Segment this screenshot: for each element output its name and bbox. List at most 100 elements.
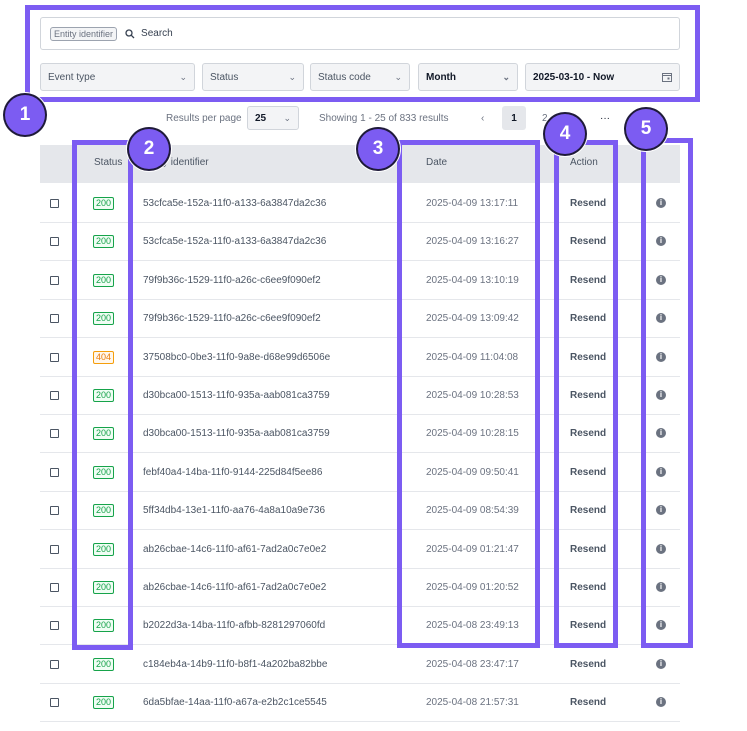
table-row[interactable]: 200 53cfca5e-152a-11f0-a133-6a3847da2c36 2… [40, 223, 680, 262]
row-checkbox[interactable] [50, 275, 59, 285]
event-type-select[interactable]: Event type ⌄ [40, 63, 195, 91]
status-code-badge: 200 [93, 389, 115, 402]
entity-identifier-chip[interactable]: Entity identifier [50, 26, 118, 41]
info-icon[interactable]: i [656, 543, 666, 554]
table-row[interactable]: 200 febf40a4-14ba-11f0-9144-225d84f5ee86 2… [40, 454, 680, 492]
per-page-select[interactable]: 25 ⌄ [247, 106, 299, 130]
row-checkbox[interactable] [50, 429, 59, 439]
status-code-badge: 200 [93, 427, 115, 441]
resend-button[interactable]: Resend [570, 467, 606, 478]
date-column-header[interactable]: Date [426, 157, 447, 168]
period-label: Month [426, 71, 456, 83]
event-date: 2025-04-08 23:47:17 [426, 658, 519, 670]
row-checkbox[interactable] [50, 621, 59, 631]
row-checkbox[interactable] [50, 583, 59, 592]
status-code-badge: 200 [93, 197, 115, 210]
status-column-header[interactable]: Status [94, 157, 122, 168]
row-checkbox[interactable] [50, 237, 59, 247]
table-row[interactable]: 200 53cfca5e-152a-11f0-a133-6a3847da2c36 2… [40, 185, 680, 223]
row-checkbox[interactable] [50, 659, 59, 669]
chevron-down-icon: ⌄ [502, 71, 510, 82]
table-row[interactable]: 404 37508bc0-0be3-11f0-9a8e-d68e99d6506e 2… [40, 339, 680, 377]
page-1-button[interactable]: 1 [502, 106, 526, 130]
resend-button[interactable]: Resend [570, 582, 606, 593]
table-row[interactable]: 200 ab26cbae-14c6-11f0-af61-7ad2a0c7e0e2 2… [40, 531, 680, 569]
entity-identifier: 53cfca5e-152a-11f0-a133-6a3847da2c36 [143, 236, 327, 248]
calendar-icon [662, 72, 672, 82]
entity-identifier: c184eb4a-14b9-11f0-b8f1-4a202ba82bbe [143, 658, 328, 670]
resend-button[interactable]: Resend [570, 428, 606, 439]
status-code-label: Status code [318, 71, 371, 83]
event-date: 2025-04-09 13:16:27 [426, 236, 519, 248]
row-checkbox[interactable] [50, 467, 59, 477]
table-row[interactable]: 200 6da5bfae-14aa-11f0-a67a-e2b2c1ce5545 2… [40, 684, 680, 723]
resend-button[interactable]: Resend [570, 198, 606, 209]
status-code-select[interactable]: Status code ⌄ [310, 63, 410, 91]
row-checkbox[interactable] [50, 314, 59, 324]
event-date: 2025-04-09 13:17:11 [426, 198, 519, 209]
resend-button[interactable]: Resend [570, 659, 606, 670]
resend-button[interactable]: Resend [570, 544, 606, 555]
status-select[interactable]: Status ⌄ [202, 63, 304, 91]
table-row[interactable]: 200 d30bca00-1513-11f0-935a-aab081ca3759 2… [40, 377, 680, 415]
resend-button[interactable]: Resend [570, 505, 606, 516]
resend-button[interactable]: Resend [570, 352, 606, 363]
status-code-badge: 404 [93, 350, 115, 364]
table-row[interactable]: 200 ab26cbae-14c6-11f0-af61-7ad2a0c7e0e2 2… [40, 569, 680, 607]
entity-identifier: 5ff34db4-13e1-11f0-aa76-4a8a10a9e736 [143, 505, 326, 517]
info-icon[interactable]: i [656, 313, 666, 324]
event-date: 2025-04-09 13:09:42 [426, 313, 519, 325]
event-type-label: Event type [48, 71, 96, 83]
info-icon[interactable]: i [656, 697, 666, 708]
row-checkbox[interactable] [50, 506, 59, 516]
event-date: 2025-04-09 08:54:39 [426, 505, 519, 517]
table-row[interactable]: 200 b2022d3a-14ba-11f0-afbb-8281297060fd 2… [40, 607, 680, 646]
entity-identifier: ab26cbae-14c6-11f0-af61-7ad2a0c7e0e2 [143, 582, 327, 593]
resend-button[interactable]: Resend [570, 390, 606, 401]
resend-button[interactable]: Resend [570, 697, 606, 708]
status-code-badge: 200 [93, 312, 115, 326]
resend-button[interactable]: Resend [570, 313, 606, 324]
info-icon[interactable]: i [656, 658, 666, 669]
row-checkbox[interactable] [50, 199, 59, 208]
previous-page-button[interactable]: ‹ [481, 106, 484, 130]
row-checkbox[interactable] [50, 544, 59, 554]
status-code-badge: 200 [93, 657, 115, 671]
row-checkbox[interactable] [50, 352, 59, 362]
row-checkbox[interactable] [50, 698, 59, 708]
row-checkbox[interactable] [50, 391, 59, 400]
more-pages-button[interactable]: ··· [600, 106, 610, 130]
info-icon[interactable]: i [656, 274, 666, 285]
info-icon[interactable]: i [656, 236, 666, 247]
resend-button[interactable]: Resend [570, 275, 606, 286]
search-bar[interactable]: Entity identifier Search [40, 17, 680, 50]
resend-button[interactable]: Resend [570, 236, 606, 247]
table-row[interactable]: 200 79f9b36c-1529-11f0-a26c-c6ee9f090ef2 2… [40, 262, 680, 300]
table-row[interactable]: 200 d30bca00-1513-11f0-935a-aab081ca3759 2… [40, 415, 680, 454]
table-row[interactable]: 200 79f9b36c-1529-11f0-a26c-c6ee9f090ef2 2… [40, 300, 680, 339]
event-date: 2025-04-09 09:50:41 [426, 466, 519, 478]
period-select[interactable]: Month ⌄ [418, 63, 518, 91]
status-code-badge: 200 [93, 235, 115, 249]
info-icon[interactable]: i [656, 390, 666, 400]
info-icon[interactable]: i [656, 582, 666, 592]
chevron-down-icon: ⌄ [288, 71, 296, 82]
info-icon[interactable]: i [656, 620, 666, 631]
page-2-button[interactable]: 2 [542, 106, 548, 130]
status-code-badge: 200 [93, 581, 115, 594]
entity-identifier: d30bca00-1513-11f0-935a-aab081ca3759 [143, 390, 330, 401]
chevron-down-icon: ⌄ [283, 112, 291, 123]
table-header: Status Entity identifier Date Action [40, 145, 680, 183]
date-range-picker[interactable]: 2025-03-10 - Now [525, 63, 680, 91]
resend-button[interactable]: Resend [570, 620, 606, 631]
table-row[interactable]: 200 c184eb4a-14b9-11f0-b8f1-4a202ba82bbe 2… [40, 646, 680, 684]
entity-identifier: ab26cbae-14c6-11f0-af61-7ad2a0c7e0e2 [143, 543, 327, 555]
table-row[interactable]: 200 5ff34db4-13e1-11f0-aa76-4a8a10a9e736 2… [40, 492, 680, 531]
entity-identifier-column-header[interactable]: Entity identifier [143, 157, 209, 168]
info-icon[interactable]: i [656, 351, 666, 362]
info-icon[interactable]: i [656, 466, 666, 477]
info-icon[interactable]: i [656, 198, 666, 208]
search-input[interactable]: Search [141, 28, 173, 39]
info-icon[interactable]: i [656, 428, 666, 439]
info-icon[interactable]: i [656, 505, 666, 516]
